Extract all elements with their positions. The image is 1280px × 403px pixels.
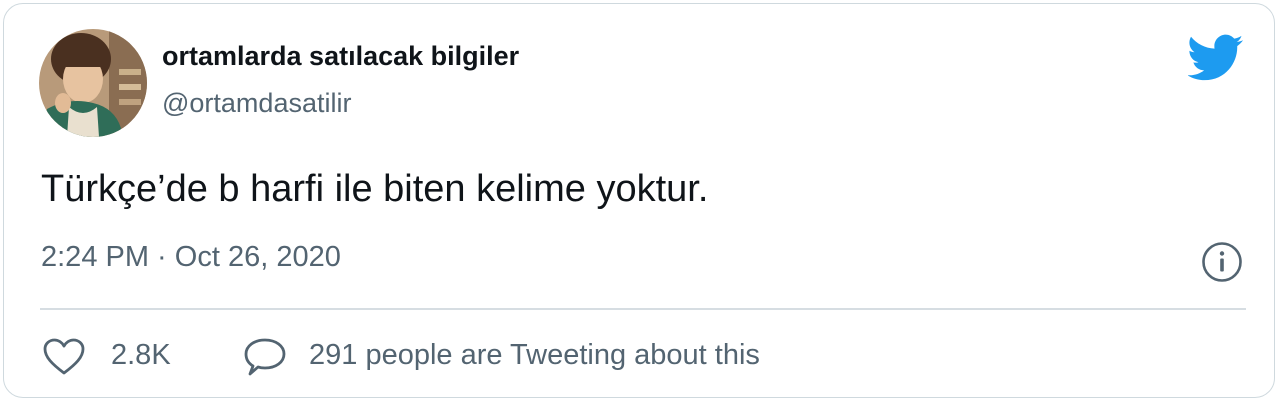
- tweet-text: Türkçe’de b harfi ile biten kelime yoktu…: [41, 168, 709, 210]
- avatar-image: [39, 29, 147, 137]
- tweeting-about-this-link[interactable]: 291 people are Tweeting about this: [309, 339, 760, 372]
- divider: [40, 308, 1246, 310]
- tweet-card[interactable]: ortamlarda satılacak bilgiler @ortamdasa…: [3, 3, 1275, 398]
- twitter-bird-icon[interactable]: [1188, 34, 1244, 82]
- tweet-timestamp[interactable]: 2:24 PM · Oct 26, 2020: [41, 241, 341, 274]
- speech-bubble-icon[interactable]: [242, 337, 288, 379]
- avatar[interactable]: [39, 29, 147, 137]
- heart-icon[interactable]: [42, 337, 86, 377]
- like-count[interactable]: 2.8K: [111, 339, 171, 372]
- author-handle[interactable]: @ortamdasatilir: [162, 88, 351, 119]
- author-display-name[interactable]: ortamlarda satılacak bilgiler: [162, 41, 519, 72]
- info-icon[interactable]: [1201, 241, 1243, 283]
